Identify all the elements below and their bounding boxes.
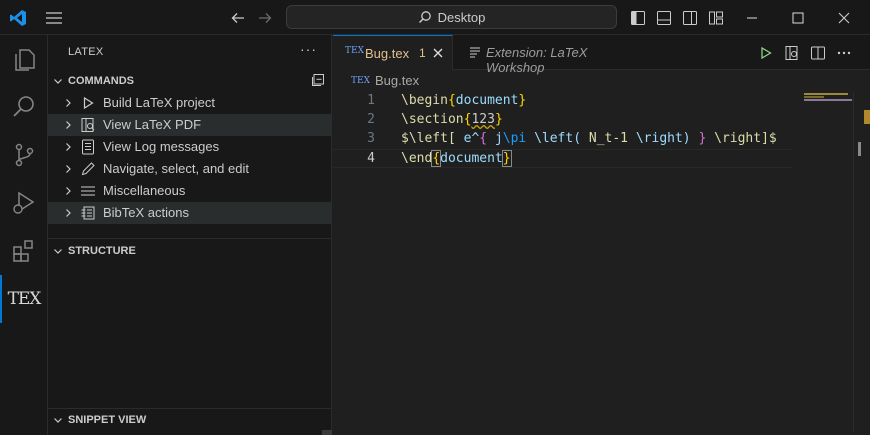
chevron-right-icon: [62, 185, 74, 200]
command-view-log[interactable]: View Log messages: [48, 136, 332, 158]
breadcrumb-file[interactable]: Bug.tex: [375, 73, 419, 88]
chevron-right-icon: [62, 207, 74, 222]
minimize-icon[interactable]: [742, 8, 762, 28]
tex-file-icon: TEX: [351, 75, 370, 86]
more-actions-icon[interactable]: [835, 44, 853, 62]
latex-sidebar: LATEX ··· COMMANDS Build LaTeX project V…: [48, 35, 332, 435]
references-icon: [80, 205, 96, 221]
command-build-latex[interactable]: Build LaTeX project: [48, 92, 332, 114]
code-line[interactable]: 3 $\left[ e^{ j\pi \left( N_t-1 \right) …: [333, 130, 793, 149]
chevron-down-icon: [48, 414, 68, 426]
line-number: 1: [367, 93, 375, 108]
split-editor-icon[interactable]: [809, 44, 827, 62]
tex-file-icon: TEX: [345, 46, 364, 56]
output-log-icon: [80, 139, 96, 155]
command-view-pdf[interactable]: View LaTeX PDF: [48, 114, 332, 136]
minimap[interactable]: [804, 92, 870, 432]
latex-workshop-icon[interactable]: TEX: [0, 275, 48, 323]
collapse-all-icon[interactable]: [311, 73, 325, 90]
code-line-current[interactable]: 4 \end{document}: [333, 149, 793, 168]
breadcrumb[interactable]: TEX Bug.tex: [351, 73, 419, 88]
search-view-icon[interactable]: [0, 83, 48, 131]
sidebar-title: LATEX: [68, 46, 104, 58]
chevron-right-icon: [62, 119, 74, 134]
command-center-search[interactable]: Desktop: [286, 5, 617, 29]
close-window-icon[interactable]: [834, 8, 854, 28]
command-label: Build LaTeX project: [103, 95, 216, 110]
source-control-icon[interactable]: [0, 131, 48, 179]
back-arrow-icon[interactable]: [228, 8, 248, 28]
tab-extension-latex-workshop[interactable]: Extension: LaTeX Workshop: [454, 35, 649, 75]
tex-logo-label: TEX: [7, 289, 42, 309]
toggle-panel-icon[interactable]: [654, 8, 674, 28]
problem-count-badge: 1: [419, 46, 426, 60]
code-line[interactable]: 1 \begin{document}: [333, 92, 793, 111]
search-icon: [418, 11, 431, 23]
forward-arrow-icon[interactable]: [255, 8, 275, 28]
command-bibtex-actions[interactable]: BibTeX actions: [48, 202, 332, 224]
extensions-icon[interactable]: [0, 227, 48, 275]
toggle-primary-sidebar-icon[interactable]: [628, 8, 648, 28]
command-label: View LaTeX PDF: [103, 117, 202, 132]
explorer-icon[interactable]: [0, 35, 48, 83]
tab-label: Extension: LaTeX Workshop: [486, 45, 588, 75]
snippet-view-section-header[interactable]: SNIPPET VIEW: [48, 409, 332, 431]
section-divider: [48, 238, 332, 239]
command-navigate-edit[interactable]: Navigate, select, and edit: [48, 158, 332, 180]
structure-header-label: STRUCTURE: [68, 245, 136, 257]
command-label: BibTeX actions: [103, 205, 189, 220]
chevron-right-icon: [62, 163, 74, 178]
chevron-down-icon: [48, 245, 68, 257]
line-number: 3: [367, 131, 375, 146]
build-run-icon[interactable]: [757, 44, 775, 62]
tab-bar: TEX Bug.tex 1 Extension: LaTeX Workshop: [333, 35, 870, 75]
sidebar-scrollbar[interactable]: [322, 430, 332, 435]
code-line[interactable]: 2 \section{123}: [333, 111, 793, 130]
title-bar: Desktop: [0, 0, 870, 35]
command-label: Navigate, select, and edit: [103, 161, 249, 176]
line-number: 2: [367, 112, 375, 127]
list-icon: [80, 183, 96, 199]
tab-label: Bug.tex: [365, 46, 410, 61]
chevron-right-icon: [62, 97, 74, 112]
code-text: \begin{document}: [401, 93, 527, 108]
maximize-icon[interactable]: [788, 8, 808, 28]
chevron-right-icon: [62, 141, 74, 156]
close-tab-icon[interactable]: [431, 46, 445, 63]
tab-bug-tex[interactable]: TEX Bug.tex 1: [333, 35, 453, 70]
editor-area: TEX Bug.tex 1 Extension: LaTeX Workshop …: [333, 35, 870, 435]
edit-pencil-icon: [80, 161, 96, 177]
activity-bar: TEX: [0, 35, 48, 435]
commands-header-label: COMMANDS: [68, 75, 134, 87]
snippet-header-label: SNIPPET VIEW: [68, 414, 147, 426]
sidebar-more-actions[interactable]: ···: [300, 41, 317, 57]
chevron-down-icon: [48, 75, 68, 87]
menu-icon[interactable]: [44, 8, 64, 28]
structure-section-header[interactable]: STRUCTURE: [48, 240, 332, 262]
line-number: 4: [367, 151, 375, 166]
open-preview-icon: [80, 117, 96, 133]
vscode-logo-icon: [8, 8, 28, 28]
commands-section-header[interactable]: COMMANDS: [48, 70, 332, 92]
play-icon: [80, 95, 96, 111]
command-label: Miscellaneous: [103, 183, 186, 198]
run-debug-icon[interactable]: [0, 179, 48, 227]
toggle-secondary-sidebar-icon[interactable]: [680, 8, 700, 28]
command-miscellaneous[interactable]: Miscellaneous: [48, 180, 332, 202]
code-text: \end{document}: [401, 150, 512, 167]
code-text: \section{123}: [401, 112, 503, 127]
search-label: Desktop: [437, 9, 486, 25]
view-pdf-icon[interactable]: [783, 44, 801, 62]
customize-layout-icon[interactable]: [706, 8, 726, 28]
extension-list-icon: [469, 46, 481, 61]
command-label: View Log messages: [103, 139, 220, 154]
code-text: $\left[ e^{ j\pi \left( N_t-1 \right) } …: [401, 131, 777, 146]
